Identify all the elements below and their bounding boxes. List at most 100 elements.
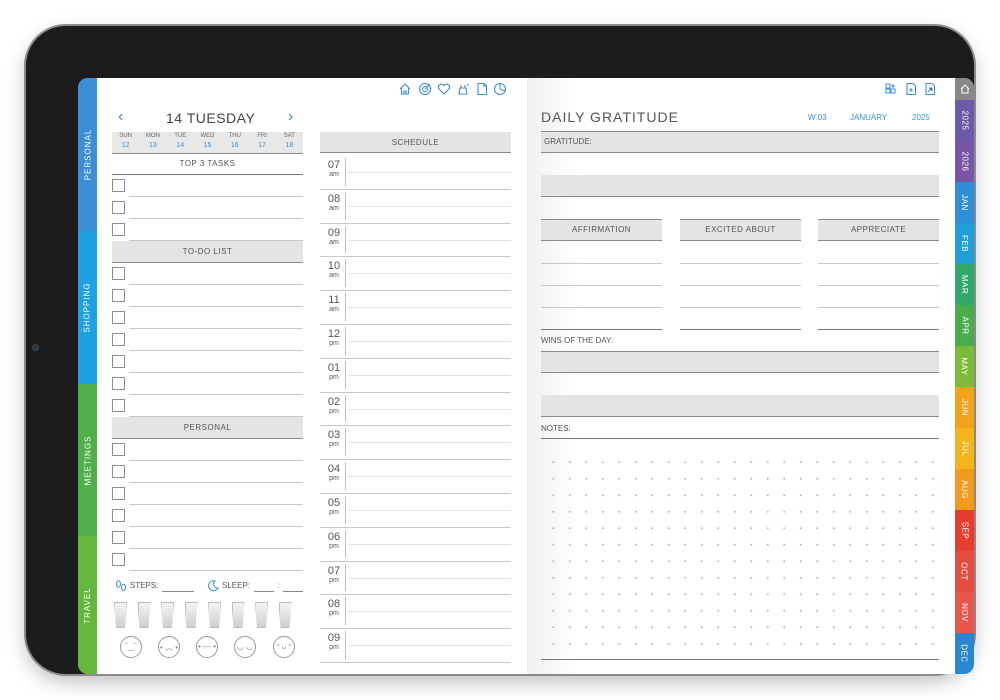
tab-oct[interactable]: OCT (955, 551, 974, 592)
habit-icon[interactable] (456, 82, 470, 96)
week-date-link[interactable]: 18 (276, 142, 303, 149)
hour-slot-line[interactable] (320, 560, 511, 562)
prev-day-button[interactable]: ‹ (118, 108, 123, 126)
target-icon[interactable] (418, 82, 432, 96)
hour-slot-line[interactable] (320, 290, 511, 292)
tab-home-right[interactable] (955, 78, 974, 100)
week-date-link[interactable]: 15 (194, 142, 221, 149)
tab-jan[interactable]: JAN (955, 182, 974, 223)
tab-personal[interactable]: PERSONAL (78, 78, 97, 231)
half-hour-line[interactable] (348, 374, 511, 376)
week-link[interactable]: W 03 (808, 113, 827, 122)
entry-line[interactable] (818, 307, 939, 308)
tab-feb[interactable]: FEB (955, 223, 974, 264)
mood-very-sad-icon[interactable]: ˘‿˘ (120, 636, 142, 658)
mood-sad-icon[interactable]: • ︵ • (158, 636, 180, 658)
water-glass-icon[interactable] (114, 602, 127, 628)
week-date-link[interactable]: 16 (221, 142, 248, 149)
task-checkbox[interactable] (112, 509, 125, 522)
task-line[interactable] (129, 372, 303, 373)
notes-dot-grid[interactable] (541, 450, 939, 656)
water-glass-icon[interactable] (255, 602, 268, 628)
task-line[interactable] (129, 460, 303, 461)
half-hour-line[interactable] (348, 273, 511, 275)
half-hour-line[interactable] (348, 408, 511, 410)
home-icon[interactable] (398, 82, 412, 96)
tab-jul[interactable]: JUL (955, 428, 974, 469)
task-line[interactable] (129, 504, 303, 505)
hour-slot-line[interactable] (320, 459, 511, 461)
task-checkbox[interactable] (112, 223, 125, 236)
hour-slot-line[interactable] (320, 324, 511, 325)
task-checkbox[interactable] (112, 201, 125, 214)
tab-dec[interactable]: DEC (955, 633, 974, 674)
tab-aug[interactable]: AUG (955, 469, 974, 510)
entry-line[interactable] (680, 285, 801, 286)
pie-chart-icon[interactable] (493, 82, 507, 96)
entry-line[interactable] (680, 263, 801, 264)
entry-line[interactable] (680, 307, 801, 308)
task-line[interactable] (129, 570, 303, 571)
water-glass-icon[interactable] (137, 602, 151, 628)
task-line[interactable] (129, 240, 303, 241)
tab-meetings[interactable]: MEETINGS (78, 384, 97, 536)
heart-icon[interactable] (437, 82, 451, 96)
tab-sep[interactable]: SEP (955, 510, 974, 551)
month-link[interactable]: JANUARY (850, 113, 887, 122)
hour-slot-line[interactable] (320, 493, 511, 494)
half-hour-line[interactable] (348, 476, 511, 478)
week-date-link[interactable]: 12 (112, 142, 139, 149)
task-checkbox[interactable] (112, 179, 125, 192)
mood-neutral-icon[interactable]: • — • (196, 636, 218, 658)
half-hour-line[interactable] (348, 239, 511, 241)
tab-jun[interactable]: JUN (955, 387, 974, 428)
hour-slot-line[interactable] (320, 594, 511, 596)
hour-slot-line[interactable] (320, 256, 511, 258)
wins-field-1[interactable] (541, 351, 939, 373)
week-date-link[interactable]: 13 (139, 142, 166, 149)
grid-add-icon[interactable] (884, 82, 898, 96)
tab-nov[interactable]: NOV (955, 592, 974, 633)
task-line[interactable] (129, 218, 303, 219)
half-hour-line[interactable] (348, 645, 511, 647)
half-hour-line[interactable] (348, 509, 511, 511)
mood-very-happy-icon[interactable]: ᵔ ᴗ ᵔ (273, 636, 295, 658)
file-link-icon[interactable] (923, 82, 937, 96)
task-checkbox[interactable] (112, 531, 125, 544)
water-glass-icon[interactable] (184, 602, 198, 628)
task-checkbox[interactable] (112, 377, 125, 390)
task-line[interactable] (129, 482, 303, 483)
task-line[interactable] (129, 394, 303, 395)
entry-line[interactable] (818, 285, 939, 286)
tab-travel[interactable]: TRAVEL (78, 536, 97, 674)
task-checkbox[interactable] (112, 311, 125, 324)
water-glass-icon[interactable] (161, 602, 174, 628)
hour-slot-line[interactable] (320, 391, 511, 393)
hour-slot-line[interactable] (320, 222, 511, 224)
sleep-minutes-line[interactable] (283, 591, 303, 592)
task-line[interactable] (129, 284, 303, 285)
hour-slot-line[interactable] (320, 662, 511, 663)
water-glass-icon[interactable] (231, 602, 245, 628)
task-checkbox[interactable] (112, 267, 125, 280)
task-checkbox[interactable] (112, 443, 125, 456)
water-glass-icon[interactable] (208, 602, 221, 628)
half-hour-line[interactable] (348, 611, 511, 613)
entry-line[interactable] (541, 285, 662, 286)
task-line[interactable] (129, 416, 303, 417)
task-line[interactable] (129, 196, 303, 197)
document-icon[interactable] (475, 82, 489, 96)
task-checkbox[interactable] (112, 399, 125, 412)
half-hour-line[interactable] (348, 577, 511, 579)
task-checkbox[interactable] (112, 553, 125, 566)
hour-slot-line[interactable] (320, 188, 511, 190)
task-checkbox[interactable] (112, 289, 125, 302)
task-line[interactable] (129, 548, 303, 549)
half-hour-line[interactable] (348, 205, 511, 207)
half-hour-line[interactable] (348, 442, 511, 444)
gratitude-field-1[interactable] (541, 131, 939, 153)
wins-field-2[interactable] (541, 395, 939, 417)
tab-shopping[interactable]: SHOPPING (78, 231, 97, 384)
half-hour-line[interactable] (348, 543, 511, 545)
water-glass-icon[interactable] (278, 602, 292, 628)
